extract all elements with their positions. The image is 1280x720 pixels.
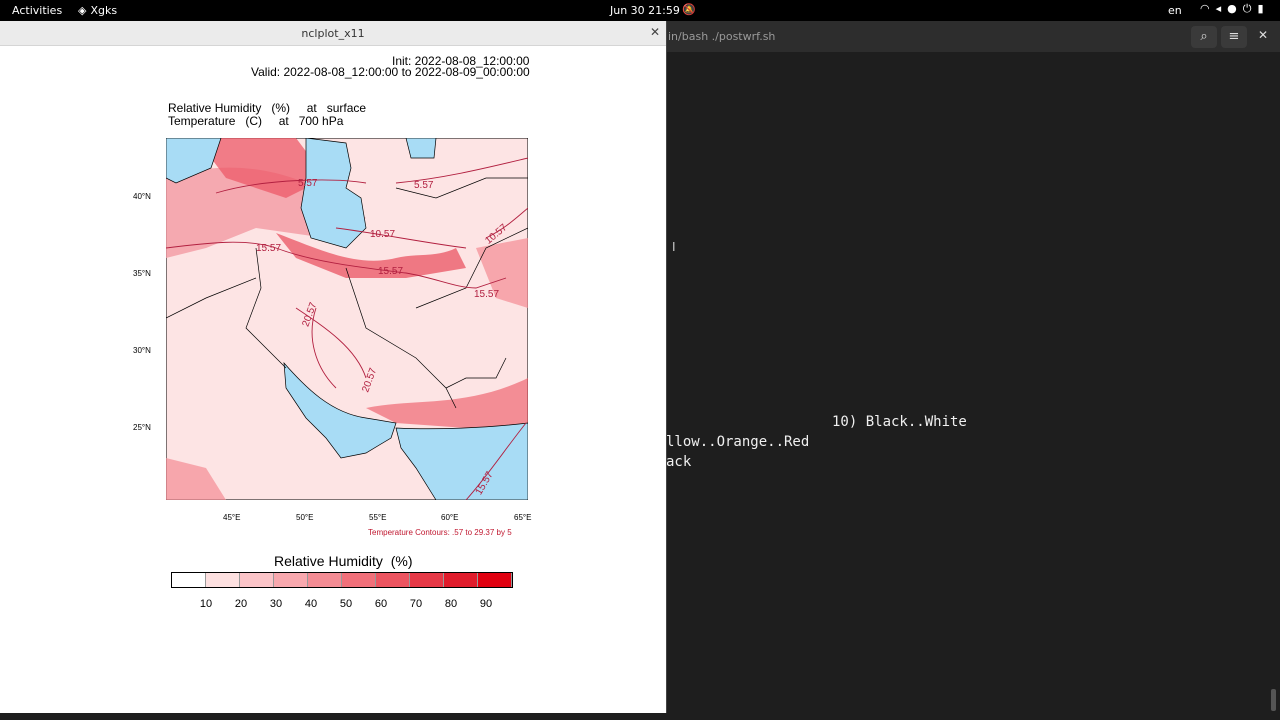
lon-tick: 50°E [296, 513, 314, 522]
app-name: Xgks [90, 4, 118, 17]
colorbar-label: 20 [234, 598, 248, 610]
window-title: nclplot_x11 [301, 27, 365, 40]
lat-tick: 30°N [133, 346, 151, 355]
activities-button[interactable]: Activities [12, 4, 62, 17]
colorbar-title: Relative Humidity (%) [274, 553, 413, 569]
colorbar-swatch [376, 573, 410, 587]
colorbar-label: 70 [409, 598, 423, 610]
close-icon[interactable]: ✕ [650, 25, 660, 39]
colorbar-label: 80 [444, 598, 458, 610]
colorbar-label: 30 [269, 598, 283, 610]
terminal-line: ack [666, 454, 692, 470]
clock[interactable]: Jun 30 21:59 [610, 4, 680, 17]
terminal-line: llow..Orange..Red [666, 434, 810, 450]
colorbar-swatch [342, 573, 376, 587]
battery-icon: ▮ [1257, 2, 1264, 15]
contour-label: 10.57 [370, 229, 395, 240]
app-menu[interactable]: ◈ Xgks [78, 4, 117, 17]
colorbar-swatch [274, 573, 308, 587]
terminal-window[interactable]: in/bash ./postwrf.sh ⌕ ≡ ✕ I 10) Black..… [666, 21, 1280, 720]
colorbar-label: 60 [374, 598, 388, 610]
contour-label: 15.57 [256, 243, 281, 254]
colorbar-label: 40 [304, 598, 318, 610]
search-icon[interactable]: ⌕ [1191, 26, 1217, 48]
contour-label: 5.57 [414, 180, 434, 191]
volume-icon: ◂ [1215, 2, 1222, 15]
text-cursor-icon: I [672, 240, 676, 254]
language-indicator[interactable]: en [1168, 4, 1182, 17]
colorbar-swatch [308, 573, 342, 587]
lat-tick: 25°N [133, 423, 151, 432]
close-icon[interactable]: ✕ [1258, 28, 1268, 42]
colorbar-label: 90 [479, 598, 493, 610]
field-title-rh: Relative Humidity (%) at surface [168, 101, 367, 115]
colorbar [171, 572, 513, 588]
lon-tick: 60°E [441, 513, 459, 522]
colorbar-swatch [478, 573, 512, 587]
wifi-icon: ◠ [1200, 2, 1210, 15]
colorbar-label: 10 [199, 598, 213, 610]
field-title-temp: Temperature (C) at 700 hPa [168, 114, 344, 128]
hamburger-menu-icon[interactable]: ≡ [1221, 26, 1247, 48]
plot-window[interactable]: nclplot_x11 ✕ Init: 2022-08-08_12:00:00 … [0, 21, 667, 713]
terminal-line: 10) Black..White [832, 414, 967, 430]
contour-label: 15.57 [474, 289, 499, 300]
window-titlebar[interactable]: nclplot_x11 ✕ [0, 21, 666, 46]
valid-time: Valid: 2022-08-08_12:00:00 to 2022-08-09… [251, 65, 530, 79]
scrollbar[interactable] [1271, 689, 1276, 711]
colorbar-label: 50 [339, 598, 353, 610]
notifications-off-icon: 🔕 [682, 3, 696, 16]
power-icon: ⏻ [1242, 2, 1252, 15]
rh-map: 5.57 5.57 10.57 10.57 15.57 15.57 15.57 … [166, 138, 528, 500]
xgks-icon: ◈ [78, 4, 87, 17]
lat-tick: 40°N [133, 192, 151, 201]
colorbar-swatch [410, 573, 444, 587]
terminal-title: in/bash ./postwrf.sh [668, 30, 776, 43]
lon-tick: 55°E [369, 513, 387, 522]
colorbar-swatch [206, 573, 240, 587]
system-menu[interactable]: ◠ ◂ ● ⏻ ▮ [1200, 2, 1264, 16]
microphone-icon: ● [1227, 2, 1237, 15]
terminal-header: in/bash ./postwrf.sh ⌕ ≡ ✕ [666, 21, 1280, 52]
lon-tick: 45°E [223, 513, 241, 522]
contour-label: 15.57 [378, 266, 403, 277]
colorbar-swatch [240, 573, 274, 587]
colorbar-swatch [172, 573, 206, 587]
lon-tick: 65°E [514, 513, 532, 522]
contour-label: 5.57 [298, 178, 318, 189]
contour-note: Temperature Contours: .57 to 29.37 by 5 [368, 528, 512, 537]
lat-tick: 35°N [133, 269, 151, 278]
colorbar-swatch [444, 573, 478, 587]
top-bar: Activities ◈ Xgks Jun 30 21:59 🔕 en ◠ ◂ … [0, 0, 1280, 21]
